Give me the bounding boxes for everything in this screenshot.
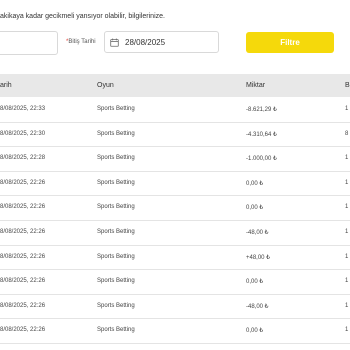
row-game: Sports Betting <box>97 155 135 162</box>
table-row: 8/08/2025, 22:26 Sports Betting -48,00 ₺… <box>0 221 350 246</box>
row-balance: 1 <box>345 253 349 260</box>
row-game: Sports Betting <box>97 278 135 285</box>
row-game: Sports Betting <box>97 302 135 309</box>
header-game: Oyun <box>97 82 114 89</box>
end-date-field[interactable]: 28/08/2025 <box>104 31 219 53</box>
row-amount: 0,00 ₺ <box>246 180 264 187</box>
end-date-label: *Bitiş Tarihi <box>66 39 96 45</box>
row-balance: 1 <box>345 179 349 186</box>
row-date: 8/08/2025, 22:30 <box>0 130 46 137</box>
row-amount: -4.310,64 ₺ <box>246 131 277 138</box>
row-balance: 1 <box>345 278 349 285</box>
calendar-icon <box>110 38 119 47</box>
table-row: 8/08/2025, 22:26 Sports Betting -48,00 ₺… <box>0 295 350 320</box>
info-notice: akikaya kadar gecikmeli yansıyor olabili… <box>0 13 165 20</box>
transactions-table: 8/08/2025, 22:33 Sports Betting -8.621,2… <box>0 98 350 344</box>
row-date: 8/08/2025, 22:26 <box>0 302 46 309</box>
row-date: 8/08/2025, 22:26 <box>0 179 46 186</box>
table-row: 8/08/2025, 22:26 Sports Betting 0,00 ₺ 1 <box>0 319 350 344</box>
row-date: 8/08/2025, 22:26 <box>0 253 46 260</box>
row-amount: -1.000,00 ₺ <box>246 156 277 163</box>
header-balance: B <box>345 82 350 89</box>
header-amount: Miktar <box>246 82 266 89</box>
row-date: 8/08/2025, 22:26 <box>0 278 46 285</box>
row-balance: 1 <box>345 302 349 309</box>
row-amount: 0,00 ₺ <box>246 279 264 286</box>
row-game: Sports Betting <box>97 130 135 137</box>
row-amount: 0,00 ₺ <box>246 205 264 212</box>
row-date: 8/08/2025, 22:26 <box>0 204 46 211</box>
row-game: Sports Betting <box>97 327 135 334</box>
row-amount: 0,00 ₺ <box>246 328 264 335</box>
row-balance: 1 <box>345 155 349 162</box>
row-game: Sports Betting <box>97 106 135 112</box>
table-row: 8/08/2025, 22:33 Sports Betting -8.621,2… <box>0 98 350 123</box>
row-amount: -48,00 ₺ <box>246 229 269 236</box>
row-date: 8/08/2025, 22:33 <box>0 106 46 112</box>
start-date-field[interactable] <box>0 31 58 55</box>
row-game: Sports Betting <box>97 253 135 260</box>
table-row: 8/08/2025, 22:28 Sports Betting -1.000,0… <box>0 147 350 172</box>
row-amount: +48,00 ₺ <box>246 254 271 261</box>
row-balance: 1 <box>345 106 349 112</box>
row-balance: 1 <box>345 228 349 235</box>
filter-button[interactable]: Filtre <box>246 32 334 53</box>
row-game: Sports Betting <box>97 204 135 211</box>
table-row: 8/08/2025, 22:30 Sports Betting -4.310,6… <box>0 123 350 148</box>
table-row: 8/08/2025, 22:26 Sports Betting 0,00 ₺ 1 <box>0 172 350 197</box>
table-row: 8/08/2025, 22:26 Sports Betting +48,00 ₺… <box>0 246 350 271</box>
row-amount: -8.621,29 ₺ <box>246 107 277 113</box>
row-date: 8/08/2025, 22:26 <box>0 228 46 235</box>
table-row: 8/08/2025, 22:26 Sports Betting 0,00 ₺ 1 <box>0 270 350 295</box>
row-date: 8/08/2025, 22:26 <box>0 327 46 334</box>
table-row: 8/08/2025, 22:26 Sports Betting 0,00 ₺ 1 <box>0 196 350 221</box>
row-balance: 1 <box>345 327 349 334</box>
row-amount: -48,00 ₺ <box>246 303 269 310</box>
table-header: arih Oyun Miktar B <box>0 74 350 97</box>
header-date: arih <box>0 82 12 89</box>
row-game: Sports Betting <box>97 179 135 186</box>
end-date-value: 28/08/2025 <box>125 37 166 47</box>
row-balance: 1 <box>345 204 349 211</box>
row-game: Sports Betting <box>97 228 135 235</box>
row-date: 8/08/2025, 22:28 <box>0 155 46 162</box>
row-balance: 8 <box>345 130 349 137</box>
